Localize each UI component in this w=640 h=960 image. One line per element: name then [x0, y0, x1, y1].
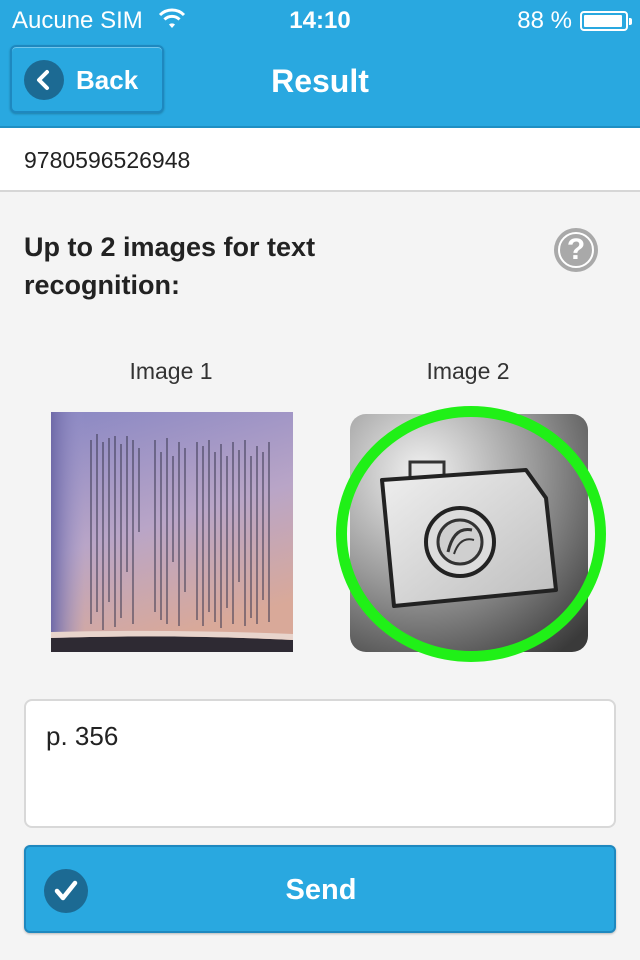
battery-icon: [580, 11, 632, 31]
battery-percentage: 88 %: [517, 7, 572, 34]
image-2-label: Image 2: [426, 358, 510, 384]
isbn-row: 9780596526948: [0, 128, 640, 192]
image-1-label: Image 1: [129, 358, 213, 384]
navigation-bar: Aucune SIM 14:10 88 % Back Result: [0, 0, 640, 128]
instruction-heading: Up to 2 images for text recognition:: [24, 232, 316, 300]
send-button-label: Send: [285, 874, 357, 906]
question-icon[interactable]: ?: [554, 228, 598, 272]
note-input[interactable]: p. 356: [24, 699, 616, 828]
page-title: Result: [271, 63, 369, 99]
send-button[interactable]: Send: [24, 845, 616, 933]
camera-icon[interactable]: [350, 414, 588, 652]
isbn-value: 9780596526948: [24, 147, 191, 173]
status-bar: Aucune SIM 14:10 88 %: [0, 0, 640, 40]
image-1-thumbnail[interactable]: [51, 412, 293, 652]
